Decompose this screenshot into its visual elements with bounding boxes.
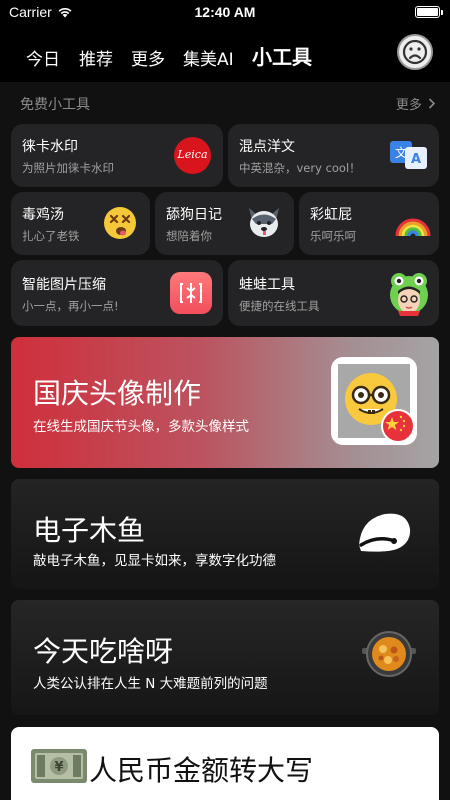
main-content: 免费小工具 更多 徕卡水印 为照片加徕卡水印 Leica 混点洋文 中英混杂，v… [0,82,450,800]
banner-title: 今天吃啥呀 [33,635,174,668]
status-clock: 12:40 AM [194,4,256,20]
leica-logo-text: Leica [177,148,208,161]
tool-title: 舔狗日记 [166,207,222,223]
compress-icon [170,272,212,314]
tool-title: 彩虹屁 [310,207,352,223]
status-bar: Carrier 12:40 AM [0,0,450,26]
tool-subtitle: 中英混杂，very cool！ [239,161,361,175]
banner-title: 电子木鱼 [33,514,146,547]
rainbow-icon [395,218,431,236]
banner-subtitle: 在线生成国庆节头像，多款头像样式 [33,419,249,435]
tool-card-dog-diary[interactable]: 舔狗日记 想陪着你 [155,192,294,255]
hot-pot-icon [362,631,416,677]
battery-icon [415,6,443,18]
more-link[interactable]: 更多 [396,94,436,113]
tool-card-frog-tools[interactable]: 蛙蛙工具 便捷的在线工具 [228,260,439,326]
leica-logo-icon: Leica [174,137,211,174]
banknote-icon: ¥ [31,749,87,783]
banner-national-day-avatar[interactable]: 国庆头像制作 在线生成国庆节头像，多款头像样式 [11,337,439,468]
husky-dog-icon [249,208,279,237]
wooden-fish-icon [359,513,411,552]
tool-title: 徕卡水印 [22,139,78,155]
tab-jimei-ai[interactable]: 集美AI [183,45,234,70]
tool-card-leica[interactable]: 徕卡水印 为照片加徕卡水印 Leica [11,124,223,187]
banner-title: 人民币金额转大写 [89,754,314,787]
chevron-right-icon [428,98,436,109]
avatar[interactable] [397,34,433,70]
svg-text:¥: ¥ [54,760,63,775]
tool-subtitle: 小一点，再小一点! [22,299,119,313]
tool-subtitle: 想陪着你 [166,229,212,243]
banner-what-to-eat[interactable]: 今天吃啥呀 人类公认排在人生 N 大难题前列的问题 [11,600,439,715]
tool-card-mix-english[interactable]: 混点洋文 中英混杂，very cool！ 文 A [228,124,439,187]
banner-title: 国庆头像制作 [33,377,202,410]
tab-more[interactable]: 更多 [131,45,165,70]
translate-icon: 文 A [390,141,427,169]
dizzy-face-icon [104,207,136,239]
tab-recommend[interactable]: 推荐 [79,45,113,70]
banner-wooden-fish[interactable]: 电子木鱼 敲电子木鱼，见显卡如来，享数字化功德 [11,479,439,589]
tool-card-soup[interactable]: 毒鸡汤 扎心了老铁 [11,192,150,255]
tool-subtitle: 扎心了老铁 [22,229,80,243]
avatar-preview-frame [331,357,417,445]
banner-rmb-uppercase[interactable]: ¥ 人民币金额转大写 [11,727,439,800]
more-link-label: 更多 [395,98,422,113]
section-title: 免费小工具 [20,97,90,113]
frog-icon [390,273,428,316]
tool-card-image-compress[interactable]: 智能图片压缩 小一点，再小一点! [11,260,223,326]
banner-subtitle: 敲电子木鱼，见显卡如来，享数字化功德 [33,553,276,569]
svg-text:A: A [411,152,421,167]
tool-title: 混点洋文 [239,139,295,155]
tool-title: 蛙蛙工具 [239,277,295,293]
tool-card-rainbow[interactable]: 彩虹屁 乐呵乐呵 [299,192,439,255]
tool-subtitle: 乐呵乐呵 [310,229,356,243]
china-flag-icon [381,409,415,443]
tab-tools[interactable]: 小工具 [252,41,312,70]
tool-title: 智能图片压缩 [22,277,106,293]
tool-subtitle: 为照片加徕卡水印 [22,161,114,175]
banner-subtitle: 人类公认排在人生 N 大难题前列的问题 [33,676,268,692]
sad-face-avatar-icon [402,39,428,65]
top-tab-bar: 今日 推荐 更多 集美AI 小工具 [0,30,450,80]
tool-subtitle: 便捷的在线工具 [239,299,320,313]
tool-title: 毒鸡汤 [22,207,64,223]
tab-today[interactable]: 今日 [26,45,60,70]
